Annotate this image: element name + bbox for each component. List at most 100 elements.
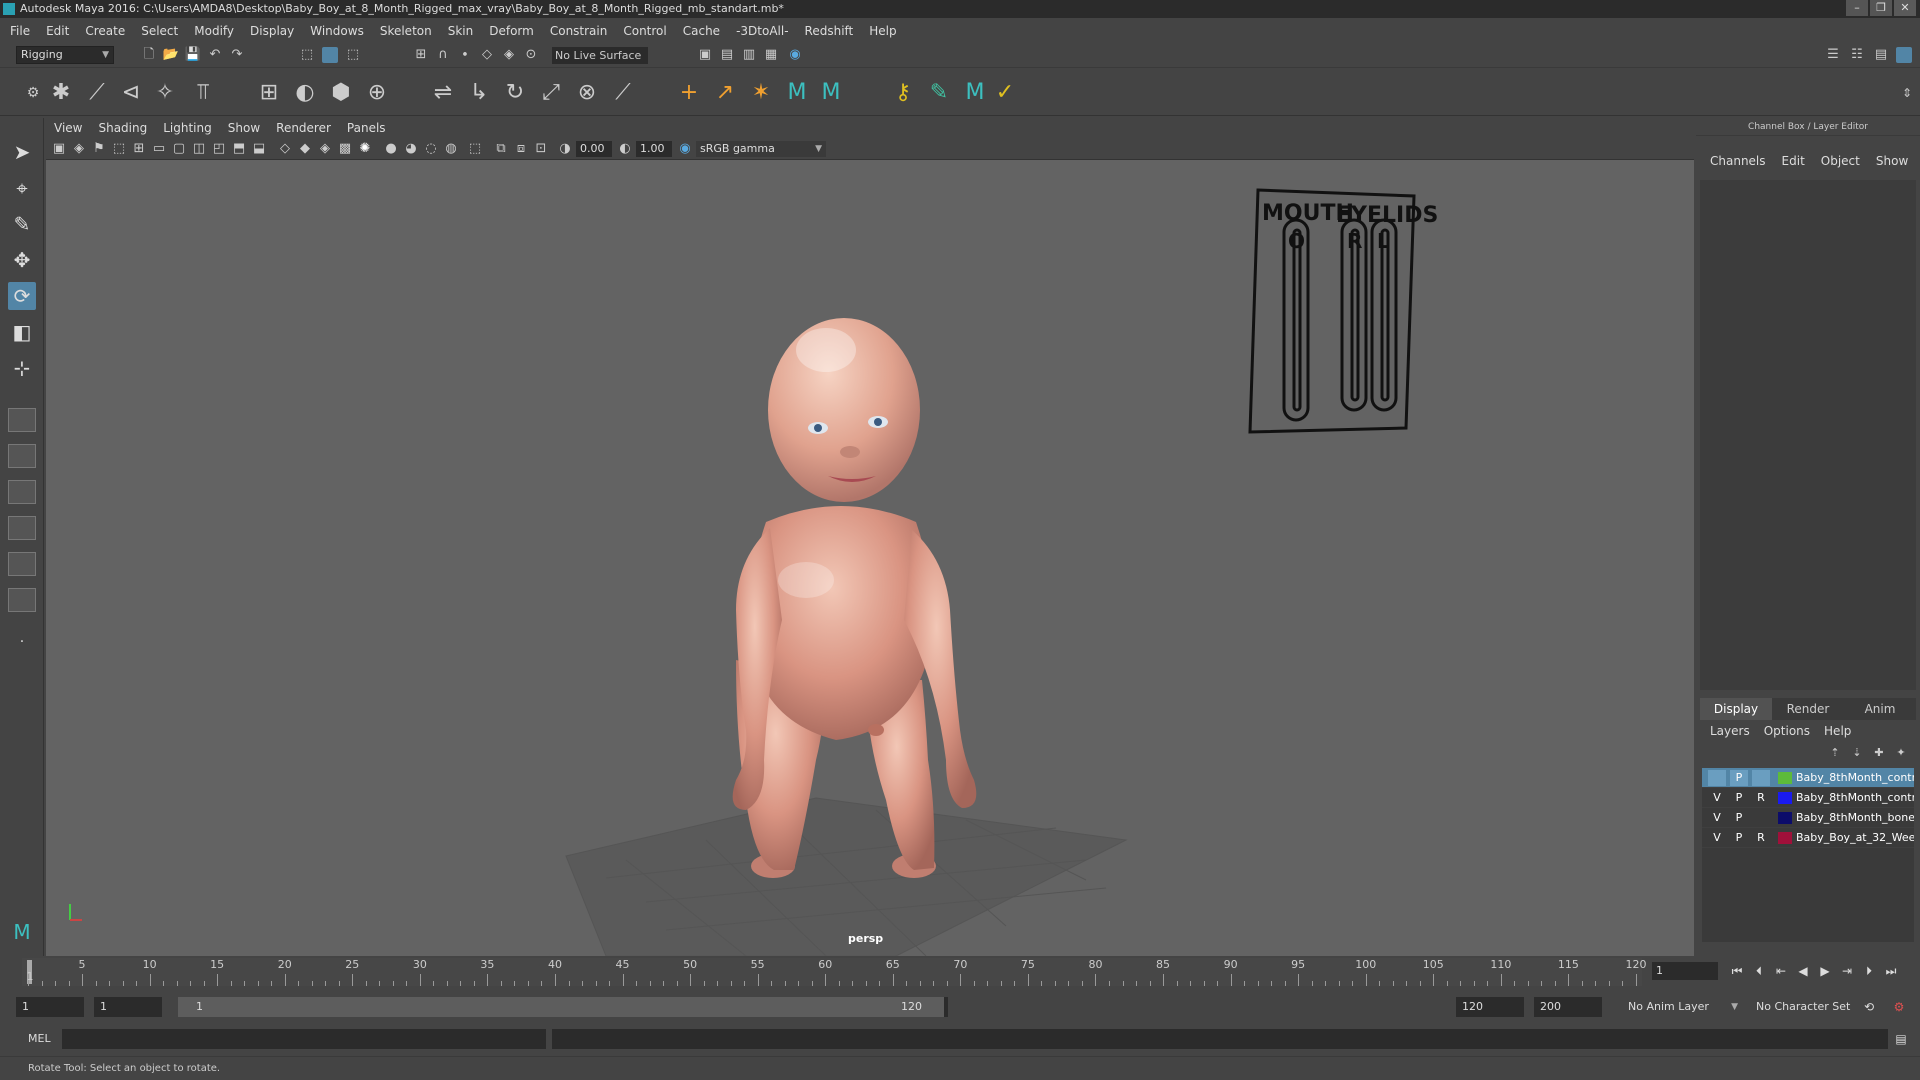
shelf-menu-icon[interactable]: ⚙ xyxy=(20,80,46,106)
layer-row[interactable]: P Baby_8thMonth_contr xyxy=(1702,768,1914,788)
channel-box-toggle-icon[interactable] xyxy=(1896,47,1912,63)
maximize-button[interactable]: ❐ xyxy=(1870,0,1892,16)
textured-icon[interactable]: ▩ xyxy=(336,140,354,158)
modeling-toolkit-icon[interactable]: ☰ xyxy=(1824,46,1842,64)
go-to-end-icon[interactable]: ⏭ xyxy=(1882,962,1900,980)
four-view-layout-icon[interactable] xyxy=(8,444,36,468)
select-camera-icon[interactable]: ▣ xyxy=(50,140,68,158)
channel-list-area[interactable] xyxy=(1700,180,1916,690)
lasso-tool-icon[interactable]: ⌖ xyxy=(8,174,36,202)
xray-joints-icon[interactable]: ⧈ xyxy=(512,140,530,158)
menu-display[interactable]: Display xyxy=(250,24,294,38)
safe-title-icon[interactable]: ⬓ xyxy=(250,140,268,158)
layer-menu-help[interactable]: Help xyxy=(1824,724,1851,738)
menu-edit[interactable]: Edit xyxy=(46,24,69,38)
exposure-field[interactable]: 0.00 xyxy=(576,141,612,157)
orient-constraint-icon[interactable]: ↻ xyxy=(502,80,528,106)
persp-graph-layout-icon[interactable] xyxy=(8,516,36,540)
time-slider-track[interactable]: 1 5 10 15 20 25 30 35 40 45 50 55 60 65 70 75 80 85 90 95 10… xyxy=(22,958,1647,986)
locator-icon[interactable]: + xyxy=(676,80,702,106)
grid-toggle-icon[interactable]: ⊞ xyxy=(130,140,148,158)
layer-display-type-toggle[interactable] xyxy=(1752,770,1770,786)
layer-visibility-toggle[interactable]: V xyxy=(1708,830,1726,846)
go-to-start-icon[interactable]: ⏮ xyxy=(1728,962,1746,980)
snap-live-icon[interactable]: ⊙ xyxy=(522,46,540,64)
character-controls-icon[interactable]: M xyxy=(962,80,988,106)
gamma-field[interactable]: 1.00 xyxy=(636,141,672,157)
paint-select-tool-icon[interactable]: ✎ xyxy=(8,210,36,238)
ambient-occlusion-icon[interactable]: ◕ xyxy=(402,140,420,158)
bind-skin-icon[interactable]: ⊞ xyxy=(256,80,282,106)
snap-view-icon[interactable]: ◇ xyxy=(478,46,496,64)
layer-row[interactable]: V P Baby_8thMonth_bone xyxy=(1702,808,1914,828)
layer-color-swatch[interactable] xyxy=(1778,792,1792,804)
layer-playback-toggle[interactable]: P xyxy=(1730,790,1748,806)
step-forward-key-icon[interactable]: ⇥ xyxy=(1838,962,1856,980)
ik-spline-icon[interactable]: ⊲ xyxy=(118,80,144,106)
camera-attributes-icon[interactable]: ◈ xyxy=(70,140,88,158)
more-layouts-icon[interactable]: · xyxy=(8,628,36,656)
joint-tool-icon[interactable]: ✱ xyxy=(48,80,74,106)
bookmark-icon[interactable]: ⚑ xyxy=(90,140,108,158)
range-bar[interactable]: 1 120 xyxy=(178,997,948,1017)
menu-modify[interactable]: Modify xyxy=(194,24,234,38)
layer-playback-toggle[interactable]: P xyxy=(1730,770,1748,786)
character-set-dropdown[interactable]: No Character Set xyxy=(1752,997,1864,1017)
save-scene-icon[interactable]: 💾 xyxy=(184,46,202,64)
mirror-joint-icon[interactable]: ⫪ xyxy=(190,80,216,106)
viewport-panel[interactable]: View Shading Lighting Show Renderer Pane… xyxy=(46,118,1694,956)
menu-windows[interactable]: Windows xyxy=(310,24,364,38)
tab-render[interactable]: Render xyxy=(1772,698,1844,720)
select-tool-icon[interactable]: ➤ xyxy=(8,138,36,166)
cluster-icon[interactable]: ⊕ xyxy=(364,80,390,106)
persp-outliner-layout-icon[interactable] xyxy=(8,480,36,504)
shelf-scroll-icon[interactable]: ⇕ xyxy=(1894,80,1920,106)
point-constraint-icon[interactable]: ⇌ xyxy=(430,80,456,106)
new-empty-layer-icon[interactable]: ✚ xyxy=(1870,744,1888,762)
menu-skeleton[interactable]: Skeleton xyxy=(380,24,432,38)
new-scene-icon[interactable]: 🗋 xyxy=(140,46,158,64)
scale-tool-icon[interactable]: ◧ xyxy=(8,318,36,346)
tab-anim[interactable]: Anim xyxy=(1844,698,1916,720)
create-ik-icon[interactable]: ↗ xyxy=(712,80,738,106)
layer-display-type-toggle[interactable] xyxy=(1752,810,1770,826)
gate-mask-icon[interactable]: ◫ xyxy=(190,140,208,158)
menu-constrain[interactable]: Constrain xyxy=(550,24,608,38)
layer-playback-toggle[interactable]: P xyxy=(1730,810,1748,826)
quick-rig-icon[interactable]: ✶ xyxy=(748,80,774,106)
menu-deform[interactable]: Deform xyxy=(489,24,534,38)
wireframe-on-shaded-icon[interactable]: ◈ xyxy=(316,140,334,158)
snap-curve-icon[interactable]: ∩ xyxy=(434,46,452,64)
lights-icon[interactable]: ✺ xyxy=(356,140,374,158)
viewport-menu-show[interactable]: Show xyxy=(228,121,260,135)
set-driven-key-icon[interactable]: ⚷ xyxy=(890,80,916,106)
ik-handle-icon[interactable]: ⟋ xyxy=(84,80,110,106)
layer-color-swatch[interactable] xyxy=(1778,772,1792,784)
move-layer-down-icon[interactable]: ⇣ xyxy=(1848,744,1866,762)
render-settings-icon[interactable]: ▣ xyxy=(696,46,714,64)
lattice-icon[interactable]: ⬢ xyxy=(328,80,354,106)
viewport-menu-panels[interactable]: Panels xyxy=(347,121,386,135)
film-gate-icon[interactable]: ▭ xyxy=(150,140,168,158)
viewport-menu-lighting[interactable]: Lighting xyxy=(163,121,212,135)
viewport-menu-shading[interactable]: Shading xyxy=(98,121,147,135)
tab-display[interactable]: Display xyxy=(1700,698,1772,720)
menu-help[interactable]: Help xyxy=(869,24,896,38)
menu-select[interactable]: Select xyxy=(141,24,178,38)
image-plane-icon[interactable]: ⬚ xyxy=(110,140,128,158)
render-view-icon[interactable]: ▦ xyxy=(762,46,780,64)
single-perspective-layout-icon[interactable] xyxy=(8,408,36,432)
hypershade-layout-icon[interactable] xyxy=(8,552,36,576)
attribute-editor-icon[interactable]: ☷ xyxy=(1848,46,1866,64)
wireframe-icon[interactable]: ◇ xyxy=(276,140,294,158)
select-hierarchy-icon[interactable]: ⬚ xyxy=(298,46,316,64)
layer-color-swatch[interactable] xyxy=(1778,832,1792,844)
auto-keyframe-icon[interactable]: ⟲ xyxy=(1860,998,1878,1016)
isolate-select-icon[interactable]: ⬚ xyxy=(466,140,484,158)
menu-file[interactable]: File xyxy=(10,24,30,38)
layer-row[interactable]: V P R Baby_Boy_at_32_Week xyxy=(1702,828,1914,848)
select-object-icon[interactable] xyxy=(322,47,338,63)
playback-start-field[interactable]: 1 xyxy=(94,997,162,1017)
animation-start-field[interactable]: 1 xyxy=(16,997,84,1017)
gamma-icon[interactable]: ◐ xyxy=(616,140,634,158)
